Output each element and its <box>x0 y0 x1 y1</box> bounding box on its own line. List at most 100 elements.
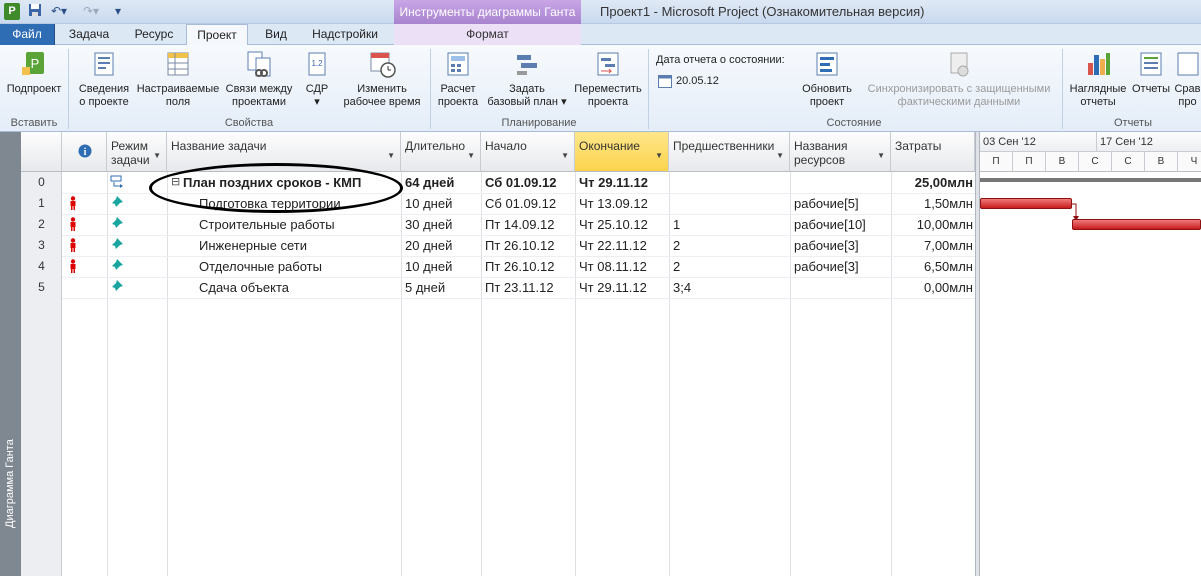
task-start[interactable]: Пт 23.11.12 <box>485 277 573 298</box>
header-finish[interactable]: Окончание ▼ <box>575 132 669 172</box>
task-finish[interactable]: Чт 29.11.12 <box>579 172 667 193</box>
chevron-down-icon[interactable]: ▼ <box>387 149 395 163</box>
task-start[interactable]: Пт 14.09.12 <box>485 214 573 235</box>
timescale-day: П <box>1013 152 1046 172</box>
chevron-down-icon[interactable]: ▼ <box>561 149 569 163</box>
task-resources[interactable]: рабочие[3] <box>794 235 889 256</box>
reports-button[interactable]: Отчеты <box>1130 49 1172 96</box>
visual-reports-button[interactable]: Наглядные отчеты <box>1066 49 1130 109</box>
group-separator <box>430 49 431 129</box>
task-duration[interactable]: 10 дней <box>405 193 479 214</box>
task-resources[interactable]: рабочие[10] <box>794 214 889 235</box>
task-id: 5 <box>38 280 45 294</box>
task-bar[interactable] <box>1072 219 1201 230</box>
task-predecessors[interactable] <box>673 172 788 193</box>
task-cost[interactable]: 1,50млн <box>893 193 973 214</box>
calculate-project-button[interactable]: Расчет проекта <box>434 49 482 109</box>
task-duration[interactable]: 10 дней <box>405 256 479 277</box>
resource-overallocated-icon <box>70 259 76 273</box>
task-start[interactable]: Сб 01.09.12 <box>485 193 573 214</box>
task-name[interactable]: Сдача объекта <box>199 277 399 298</box>
task-finish[interactable]: Чт 13.09.12 <box>579 193 667 214</box>
tab-task[interactable]: Задача <box>63 24 115 45</box>
header-cost[interactable]: Затраты <box>891 132 975 172</box>
header-task-mode[interactable]: Режим задачи ▼ <box>107 132 167 172</box>
chevron-down-icon[interactable]: ▼ <box>776 149 784 163</box>
wbs-dropdown-button[interactable]: 1.2 СДР ▾ <box>300 49 334 109</box>
task-cost[interactable]: 0,00млн <box>893 277 973 298</box>
chevron-down-icon: ▾ <box>314 96 320 108</box>
task-cost[interactable]: 7,00млн <box>893 235 973 256</box>
task-cost[interactable]: 25,00млн <box>893 172 973 193</box>
task-predecessors[interactable]: 1 <box>673 214 788 235</box>
gantt-chart[interactable]: 03 Сен '12 17 Сен '12 П П В С С В Ч <box>980 132 1201 576</box>
chevron-down-icon[interactable]: ▼ <box>467 149 475 163</box>
task-resources[interactable]: рабочие[3] <box>794 256 889 277</box>
task-duration[interactable]: 30 дней <box>405 214 479 235</box>
chevron-down-icon[interactable]: ▼ <box>877 149 885 163</box>
links-between-projects-button[interactable]: Связи между проектами <box>222 49 296 109</box>
task-finish[interactable]: Чт 22.11.12 <box>579 235 667 256</box>
task-cost[interactable]: 10,00млн <box>893 214 973 235</box>
task-start[interactable]: Сб 01.09.12 <box>485 172 573 193</box>
task-predecessors[interactable]: 2 <box>673 256 788 277</box>
tab-format[interactable]: Формат <box>394 24 581 45</box>
task-predecessors[interactable] <box>673 193 788 214</box>
chevron-down-icon[interactable]: ▼ <box>153 149 161 163</box>
save-icon[interactable] <box>27 3 43 20</box>
task-duration[interactable]: 20 дней <box>405 235 479 256</box>
subproject-button[interactable]: P Подпроект <box>2 49 66 96</box>
chevron-down-icon[interactable]: ▾ <box>112 3 124 20</box>
task-finish[interactable]: Чт 29.11.12 <box>579 277 667 298</box>
task-duration[interactable]: 5 дней <box>405 277 479 298</box>
tab-resource[interactable]: Ресурс <box>124 24 184 45</box>
task-start[interactable]: Пт 26.10.12 <box>485 256 573 277</box>
task-cost[interactable]: 6,50млн <box>893 256 973 277</box>
task-finish[interactable]: Чт 25.10.12 <box>579 214 667 235</box>
undo-icon[interactable]: ↶▾ <box>48 3 70 20</box>
view-bar[interactable]: Диаграмма Ганта <box>0 132 21 576</box>
header-predecessors[interactable]: Предшественники ▼ <box>669 132 790 172</box>
bar-chart-icon <box>1088 53 1110 75</box>
task-bar[interactable] <box>980 198 1072 209</box>
sync-protected-actuals-button[interactable]: Синхронизировать с защищенными фактическ… <box>862 49 1056 109</box>
tab-file[interactable]: Файл <box>0 24 55 45</box>
custom-fields-button[interactable]: Настраиваемые поля <box>136 49 220 109</box>
header-task-name[interactable]: Название задачи ▼ <box>167 132 401 172</box>
tab-addins[interactable]: Надстройки <box>304 24 386 45</box>
collapse-icon[interactable]: ⊟ <box>171 172 180 193</box>
calendar-icon[interactable] <box>658 75 672 88</box>
tab-view[interactable]: Вид <box>256 24 296 45</box>
task-resources[interactable] <box>794 277 889 298</box>
header-indicators[interactable]: i <box>62 132 107 172</box>
header-duration[interactable]: Длительно ▼ <box>401 132 481 172</box>
chevron-down-icon: ▾ <box>561 96 567 108</box>
change-working-time-button[interactable]: Изменить рабочее время <box>338 49 426 109</box>
project-info-button[interactable]: Сведения о проекте <box>72 49 136 109</box>
task-resources[interactable] <box>794 172 889 193</box>
task-name[interactable]: Строительные работы <box>199 214 399 235</box>
task-name[interactable]: Отделочные работы <box>199 256 399 277</box>
tab-project[interactable]: Проект <box>186 24 248 46</box>
task-name[interactable]: Подготовка территории <box>199 193 399 214</box>
chevron-down-icon[interactable]: ▼ <box>655 149 663 163</box>
compare-projects-button[interactable]: Срав про <box>1174 49 1201 109</box>
task-start[interactable]: Пт 26.10.12 <box>485 235 573 256</box>
set-baseline-button[interactable]: Задать базовый план ▾ <box>484 49 570 109</box>
task-finish[interactable]: Чт 08.11.12 <box>579 256 667 277</box>
task-name[interactable]: План поздних сроков - КМП <box>183 172 399 193</box>
task-name[interactable]: Инженерные сети <box>199 235 399 256</box>
select-all-corner[interactable] <box>21 132 62 172</box>
task-predecessors[interactable]: 3;4 <box>673 277 788 298</box>
header-resource-names[interactable]: Названия ресурсов ▼ <box>790 132 891 172</box>
update-project-button[interactable]: Обновить проект <box>798 49 856 109</box>
move-project-button[interactable]: Переместить проекта <box>572 49 644 109</box>
redo-icon[interactable]: ↷▾ <box>80 3 102 20</box>
task-duration[interactable]: 64 дней <box>405 172 479 193</box>
task-predecessors[interactable]: 2 <box>673 235 788 256</box>
status-date-value[interactable]: 20.05.12 <box>676 75 719 87</box>
header-start[interactable]: Начало ▼ <box>481 132 575 172</box>
summary-task-bar[interactable] <box>980 178 1201 182</box>
task-resources[interactable]: рабочие[5] <box>794 193 889 214</box>
pin-icon <box>111 280 123 292</box>
